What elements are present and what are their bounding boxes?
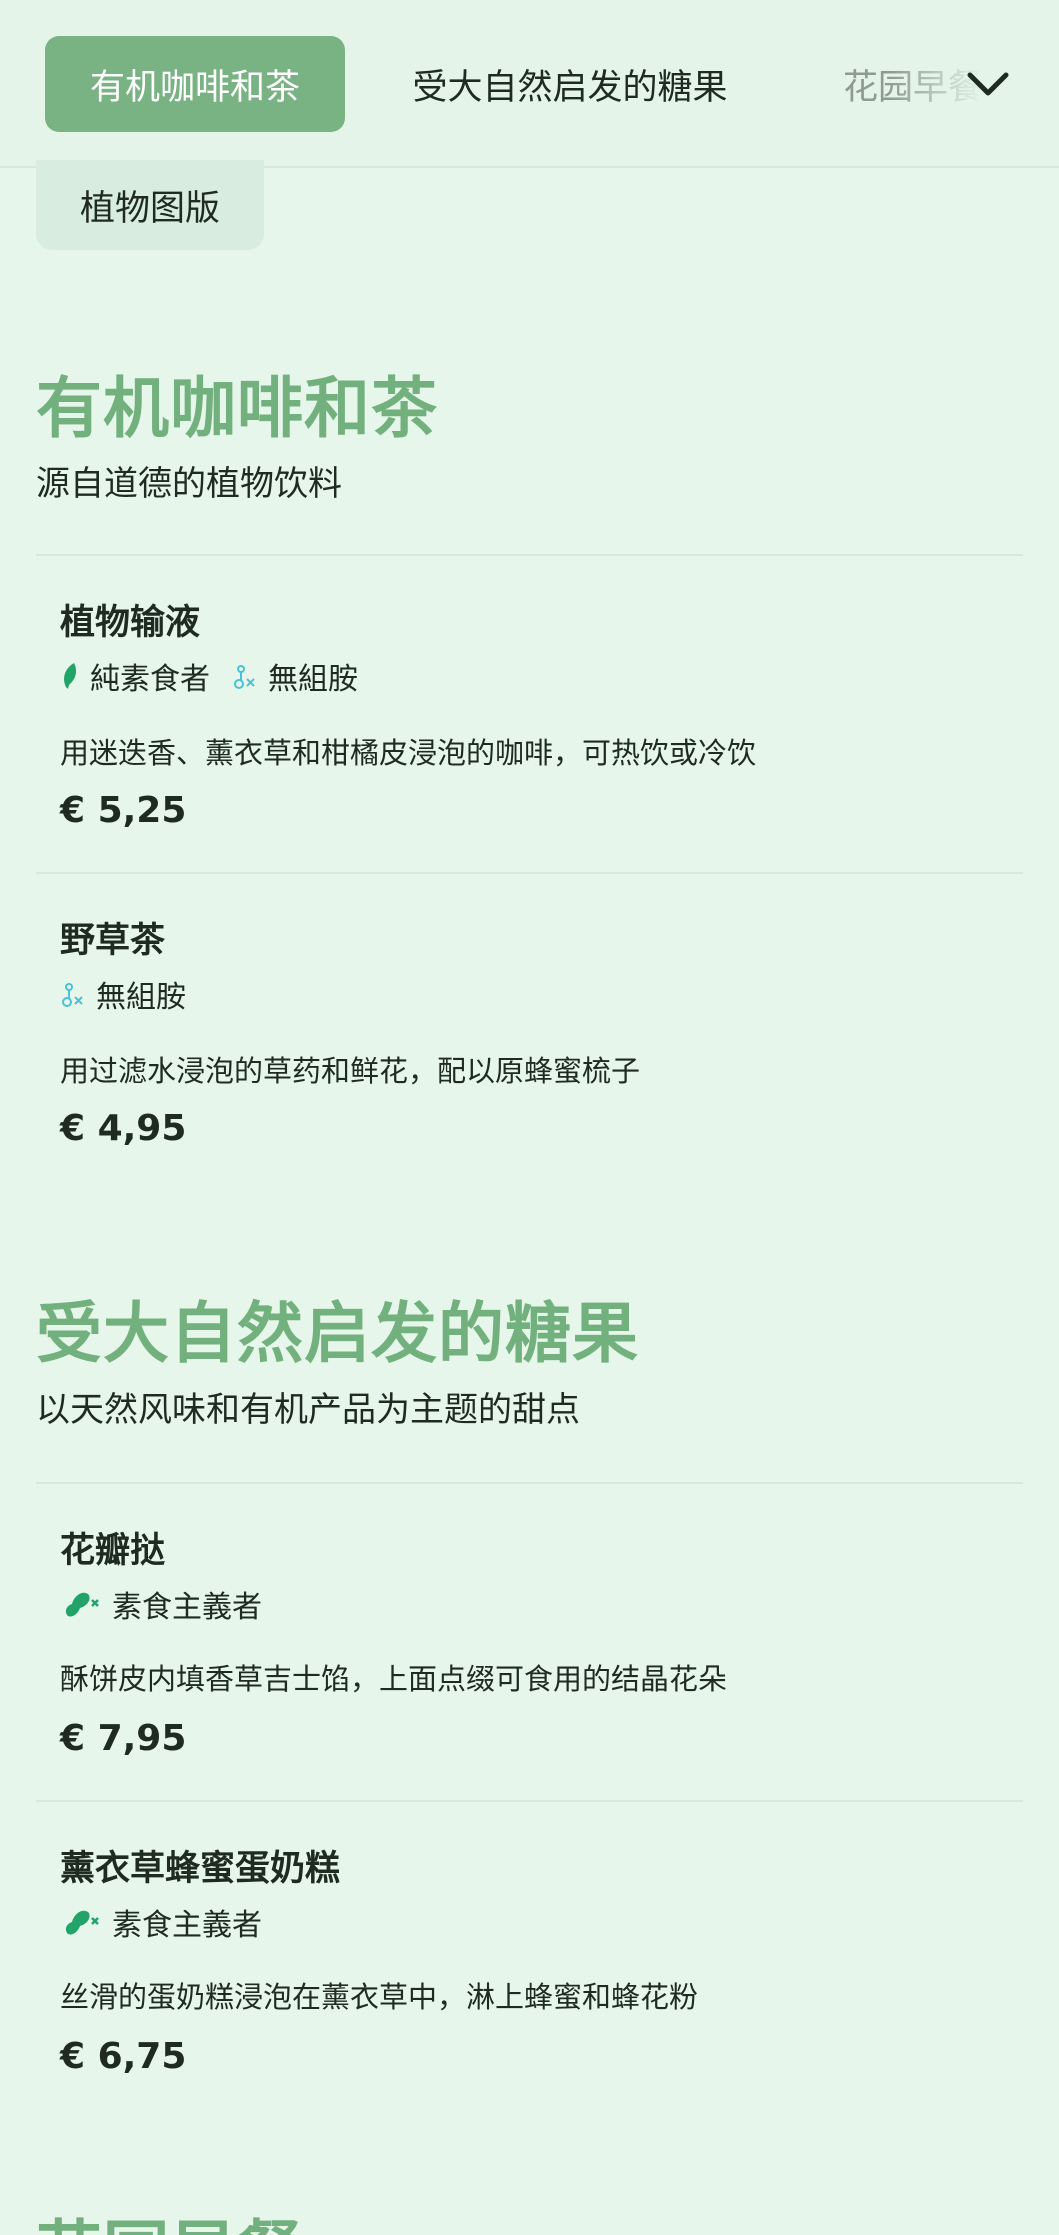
item-tags: 素食主義者 xyxy=(60,1584,274,1625)
no-meat-icon xyxy=(60,1904,102,1940)
divider xyxy=(36,554,1023,556)
tag-label: 無組胺 xyxy=(96,980,186,1015)
sub-tab-plant-menu[interactable]: 植物图版 xyxy=(36,160,264,250)
item-name[interactable]: 植物输液 xyxy=(60,594,200,645)
chevron-down-icon[interactable] xyxy=(958,60,1018,108)
section-title: 有机咖啡和茶 xyxy=(36,370,438,447)
tag-label: 素食主義者 xyxy=(112,1590,262,1625)
section-subtitle: 以天然风味和有机产品为主题的甜点 xyxy=(36,1390,580,1430)
divider xyxy=(36,1800,1023,1802)
item-name[interactable]: 花瓣挞 xyxy=(60,1522,165,1573)
histamine-free-icon xyxy=(60,979,86,1009)
item-tags: 純素食者 無組胺 xyxy=(60,656,370,697)
item-tags: 無組胺 xyxy=(60,974,198,1015)
item-price: € 4,95 xyxy=(60,1108,187,1149)
section-title: 受大自然启发的糖果 xyxy=(36,1295,639,1372)
divider xyxy=(36,872,1023,874)
tab-nature-sweets[interactable]: 受大自然启发的糖果 xyxy=(390,36,750,132)
item-description: 酥饼皮内填香草吉士馅，上面点缀可食用的结晶花朵 xyxy=(60,1662,728,1696)
tag-label: 純素食者 xyxy=(90,662,210,697)
item-description: 丝滑的蛋奶糕浸泡在薰衣草中，淋上蜂蜜和蜂花粉 xyxy=(60,1980,699,2014)
section-subtitle: 源自道德的植物饮料 xyxy=(36,464,342,504)
item-price: € 7,95 xyxy=(60,1718,187,1759)
divider xyxy=(36,1482,1023,1484)
no-meat-icon xyxy=(60,1586,102,1622)
item-description: 用过滤水浸泡的草药和鲜花，配以原蜂蜜梳子 xyxy=(60,1054,641,1088)
tag-label: 無組胺 xyxy=(268,662,358,697)
tab-organic-coffee-tea[interactable]: 有机咖啡和茶 xyxy=(45,36,345,132)
item-description: 用迷迭香、薰衣草和柑橘皮浸泡的咖啡，可热饮或冷饮 xyxy=(60,736,757,770)
item-price: € 6,75 xyxy=(60,2036,187,2077)
item-name[interactable]: 薰衣草蜂蜜蛋奶糕 xyxy=(60,1840,340,1891)
leaf-icon xyxy=(60,661,80,691)
item-name[interactable]: 野草茶 xyxy=(60,912,165,963)
category-nav-bar: 有机咖啡和茶 受大自然启发的糖果 花园早餐 xyxy=(0,0,1059,168)
item-price: € 5,25 xyxy=(60,790,187,831)
histamine-free-icon xyxy=(232,661,258,691)
section-title: 花园早餐 xyxy=(36,2198,304,2235)
tag-label: 素食主義者 xyxy=(112,1908,262,1943)
item-tags: 素食主義者 xyxy=(60,1902,274,1943)
